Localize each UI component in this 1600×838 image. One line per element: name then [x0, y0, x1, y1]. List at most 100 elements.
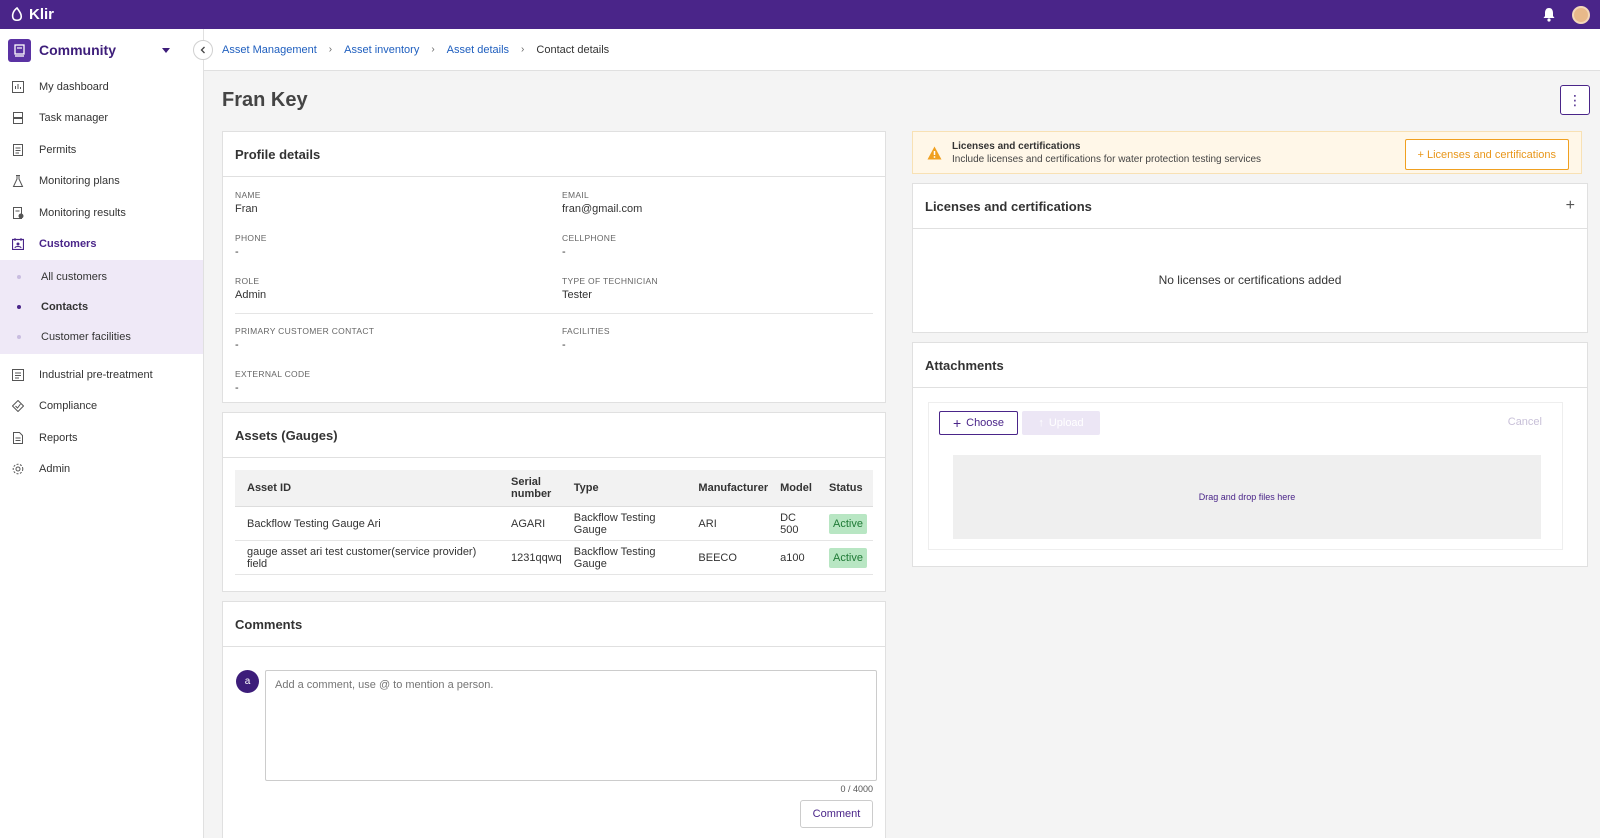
customers-icon — [11, 237, 25, 251]
licenses-card: Licenses and certifications + No license… — [912, 183, 1588, 333]
sidebar-item-label: Admin — [39, 463, 71, 476]
sidebar-subitem-label: Customer facilities — [41, 331, 131, 343]
sidebar-item-label: Reports — [39, 431, 78, 444]
breadcrumb-asset-inventory[interactable]: Asset inventory — [344, 44, 419, 56]
breadcrumb-current: Contact details — [536, 43, 610, 56]
column-header[interactable]: Status — [823, 470, 873, 507]
plus-icon[interactable]: + — [1566, 197, 1575, 215]
task-icon — [11, 111, 25, 125]
column-header[interactable]: Asset ID — [235, 470, 505, 507]
bullet-icon — [17, 305, 21, 309]
profile-details-title: Profile details — [223, 132, 885, 177]
table-row[interactable]: gauge asset ari test customer(service pr… — [235, 540, 873, 575]
model-cell: a100 — [774, 540, 824, 575]
breadcrumb: Asset Management › Asset inventory › Ass… — [204, 29, 1600, 71]
upload-button[interactable]: ↑ Upload — [1022, 411, 1100, 435]
sidebar-item-label: Monitoring plans — [39, 175, 120, 188]
report-icon — [11, 431, 25, 445]
sidebar-item-customers[interactable]: Customers — [0, 229, 203, 261]
alert-title: Licenses and certifications — [952, 140, 1081, 152]
serial-cell: AGARI — [505, 506, 568, 541]
plus-icon: + — [952, 415, 962, 431]
column-header[interactable]: Type — [567, 470, 693, 507]
comment-input[interactable] — [265, 670, 877, 781]
breadcrumb-asset-management[interactable]: Asset Management — [222, 44, 317, 56]
attachments-title: Attachments — [913, 343, 1587, 388]
sidebar-item-permits[interactable]: Permits — [0, 134, 203, 166]
name-field: NAME Fran — [235, 190, 562, 215]
sidebar-item-label: My dashboard — [39, 80, 109, 93]
model-cell: DC 500 — [774, 506, 824, 541]
table-header-row: Asset ID Serial number Type Manufacturer… — [235, 470, 873, 507]
sidebar-item-reports[interactable]: Reports — [0, 422, 203, 454]
add-licenses-button[interactable]: + Licenses and certifications — [1404, 139, 1569, 170]
manufacturer-cell: BEECO — [692, 540, 775, 575]
compliance-icon — [11, 399, 25, 413]
app-logo[interactable]: Klir — [10, 6, 54, 23]
field-label: EMAIL — [562, 190, 590, 200]
more-options-button[interactable]: ⋮ — [1560, 85, 1590, 115]
sidebar-subitem-contacts[interactable]: Contacts — [0, 292, 203, 322]
chevron-down-icon — [162, 47, 170, 53]
cancel-button[interactable]: Cancel — [1508, 416, 1542, 428]
comment-button[interactable]: Comment — [800, 800, 873, 828]
warning-icon — [927, 146, 942, 159]
choose-button[interactable]: + Choose — [939, 411, 1018, 435]
bullet-icon — [17, 275, 21, 279]
sidebar-item-compliance[interactable]: Compliance — [0, 391, 203, 423]
dashboard-icon — [11, 80, 25, 94]
bullet-icon — [17, 335, 21, 339]
sidebar-subitem-customer-facilities[interactable]: Customer facilities — [0, 322, 203, 352]
sidebar-item-monitoring-plans[interactable]: Monitoring plans — [0, 166, 203, 198]
sidebar-item-industrial-pre-treatment[interactable]: Industrial pre-treatment — [0, 359, 203, 391]
licenses-header: Licenses and certifications + — [913, 184, 1587, 229]
technician-type-field: TYPE OF TECHNICIAN Tester — [562, 276, 889, 301]
licenses-title: Licenses and certifications — [925, 198, 1092, 214]
sidebar-subitem-all-customers[interactable]: All customers — [0, 262, 203, 292]
upload-label: Upload — [1048, 417, 1084, 429]
breadcrumb-asset-details[interactable]: Asset details — [447, 44, 509, 56]
status-badge: Active — [829, 513, 867, 534]
table-row[interactable]: Backflow Testing Gauge Ari AGARI Backflo… — [235, 506, 873, 541]
sidebar-item-my-dashboard[interactable]: My dashboard — [0, 71, 203, 103]
field-value: Fran — [235, 203, 258, 215]
user-avatar[interactable] — [1572, 5, 1590, 24]
column-header[interactable]: Manufacturer — [692, 470, 775, 507]
status-badge: Active — [829, 547, 867, 568]
manufacturer-cell: ARI — [692, 506, 775, 541]
dropzone[interactable]: Drag and drop files here — [953, 455, 1541, 539]
app-name: Klir — [29, 6, 55, 23]
bell-icon[interactable] — [1542, 7, 1556, 22]
sidebar-item-label: Industrial pre-treatment — [39, 368, 153, 381]
role-field: ROLE Admin — [235, 276, 562, 301]
column-header[interactable]: Model — [774, 470, 824, 507]
column-header[interactable]: Serial number — [505, 470, 568, 507]
field-label: EXTERNAL CODE — [235, 369, 311, 379]
sidebar-item-task-manager[interactable]: Task manager — [0, 103, 203, 135]
type-cell: Backflow Testing Gauge — [567, 540, 693, 575]
field-value: - — [235, 339, 239, 351]
community-selector[interactable]: Community — [0, 29, 203, 71]
sidebar-item-label: Customers — [39, 238, 97, 251]
results-icon — [11, 206, 25, 220]
customers-submenu: All customers Contacts Customer faciliti… — [0, 260, 203, 354]
field-value: fran@gmail.com — [562, 203, 643, 215]
sidebar-item-monitoring-results[interactable]: Monitoring results — [0, 197, 203, 229]
chevron-right-icon: › — [431, 44, 435, 55]
type-cell: Backflow Testing Gauge — [567, 506, 693, 541]
sidebar-item-label: Compliance — [39, 400, 98, 413]
sidebar-item-label: Permits — [39, 143, 77, 156]
cellphone-field: CELLPHONE - — [562, 233, 889, 258]
serial-cell: 1231qqwq — [505, 540, 568, 575]
field-label: TYPE OF TECHNICIAN — [562, 276, 658, 286]
community-name: Community — [39, 42, 116, 58]
flask-icon — [11, 174, 25, 188]
sidebar-collapse-button[interactable] — [193, 40, 213, 60]
field-value: Tester — [562, 289, 592, 301]
choose-label: Choose — [966, 417, 1005, 429]
sidebar-item-label: Monitoring results — [39, 206, 126, 219]
external-code-field: EXTERNAL CODE - — [235, 369, 562, 394]
sidebar-item-admin[interactable]: Admin — [0, 454, 203, 486]
licenses-alert: Licenses and certifications Include lice… — [912, 131, 1582, 174]
status-cell: Active — [823, 506, 873, 541]
